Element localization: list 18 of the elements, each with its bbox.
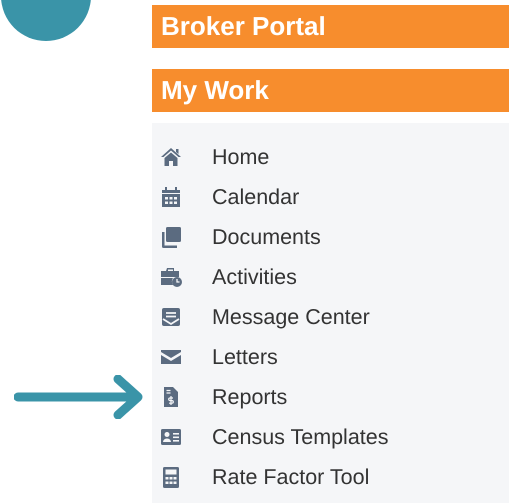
menu-item[interactable]: Message Center — [160, 297, 370, 337]
menu-item[interactable]: Census Templates — [160, 417, 388, 457]
menu-item[interactable]: Activities — [160, 257, 297, 297]
menu-item[interactable]: Home — [160, 137, 270, 177]
id-card-icon — [160, 426, 182, 448]
calculator-icon — [160, 466, 182, 488]
calendar-icon — [160, 186, 182, 208]
menu-item[interactable]: Rate Factor Tool — [160, 457, 370, 497]
envelope-tray-icon — [160, 306, 182, 328]
portal-header: Broker Portal — [152, 5, 509, 48]
home-icon — [160, 146, 182, 168]
briefcase-clock-icon — [160, 266, 182, 288]
documents-icon — [160, 226, 182, 248]
section-header: My Work — [152, 69, 509, 112]
menu-item[interactable]: Letters — [160, 337, 278, 377]
menu-item[interactable]: Calendar — [160, 177, 300, 217]
menu-item[interactable]: Reports — [160, 377, 288, 417]
menu-item[interactable]: Documents — [160, 217, 321, 257]
